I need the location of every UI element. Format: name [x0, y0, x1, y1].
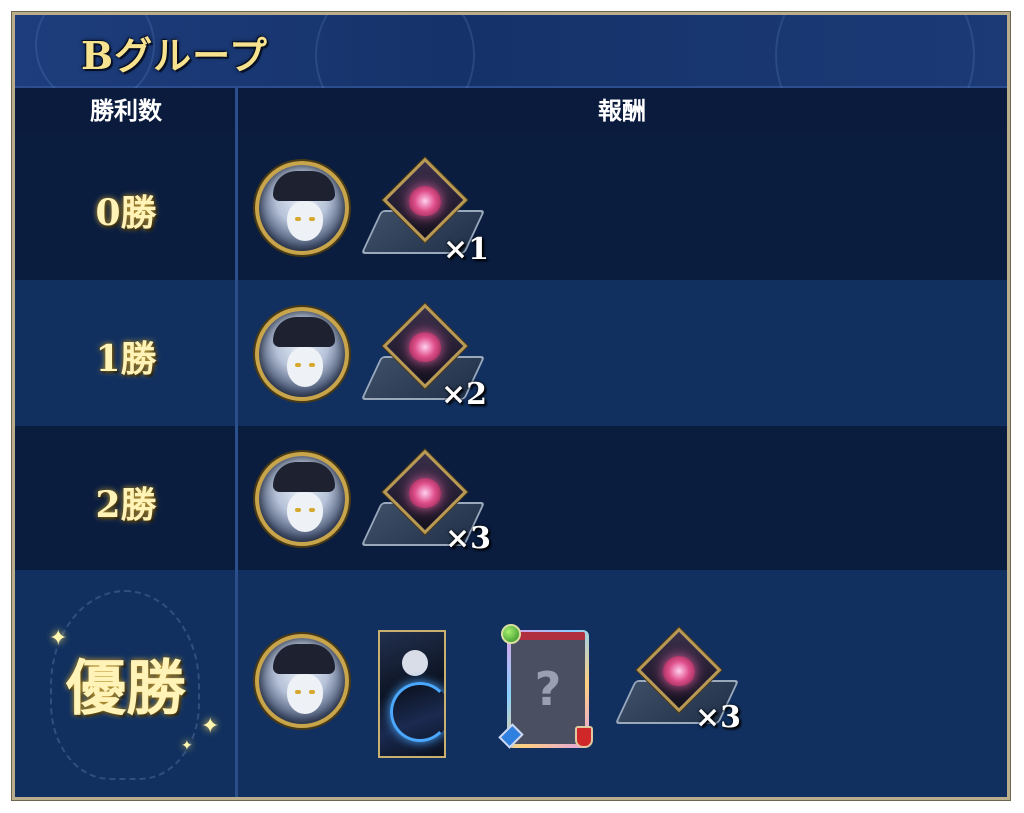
column-header-rewards: 報酬	[598, 97, 646, 125]
reward-table-panel: Bグループ 勝利数 報酬 0勝 ×1 1勝 ×2 2勝 ×3 ✦ ✦ ✦ 優勝 …	[12, 12, 1010, 800]
character-avatar-icon	[255, 634, 349, 728]
sparkle-icon: ✦	[181, 738, 193, 754]
table-row: 1勝 ×2	[15, 280, 1007, 426]
character-avatar-icon	[255, 452, 349, 546]
character-card-icon	[378, 630, 446, 758]
group-header: Bグループ	[15, 15, 1007, 155]
table-row-champion: ✦ ✦ ✦ 優勝 ? ×3	[15, 570, 1007, 797]
quantity-label: ×1	[443, 232, 490, 267]
win-count-label: 1勝	[95, 338, 157, 380]
win-count-label: 優勝	[66, 654, 186, 724]
character-avatar-icon	[255, 161, 349, 255]
character-avatar-icon	[255, 307, 349, 401]
table-row: 2勝 ×3	[15, 426, 1007, 570]
quantity-label: ×3	[695, 700, 742, 735]
group-title: Bグループ	[81, 33, 268, 78]
question-mark: ?	[534, 662, 562, 716]
win-count-label: 2勝	[95, 484, 157, 526]
win-count-label: 0勝	[95, 192, 157, 234]
column-header-wins: 勝利数	[90, 97, 162, 125]
column-header-row: 勝利数 報酬	[15, 88, 1007, 134]
column-divider	[235, 88, 238, 797]
table-row: 0勝 ×1	[15, 134, 1007, 280]
quantity-label: ×3	[445, 521, 492, 556]
mystery-card-icon: ?	[498, 622, 593, 752]
quantity-label: ×2	[441, 377, 488, 412]
